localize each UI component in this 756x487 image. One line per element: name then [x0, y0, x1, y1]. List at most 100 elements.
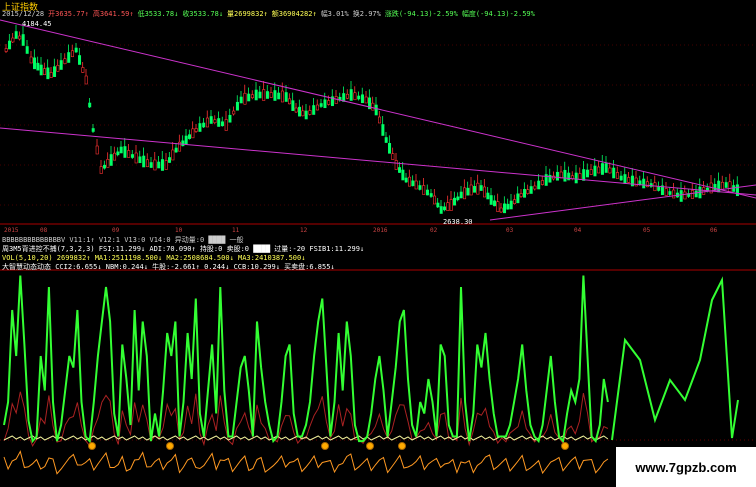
- candle-body: [277, 92, 281, 100]
- candle-body: [585, 169, 589, 178]
- candle-body: [81, 67, 85, 73]
- candle-body: [357, 95, 361, 100]
- candle-body: [690, 190, 694, 199]
- candle-body: [627, 177, 631, 183]
- candle-body: [164, 160, 168, 170]
- candle-body: [371, 102, 375, 111]
- candle-body: [597, 166, 601, 174]
- x-axis-label: 11: [232, 227, 240, 234]
- candle-body: [29, 56, 33, 64]
- candle-body: [184, 135, 188, 145]
- candle-body: [513, 199, 517, 204]
- candle-body: [679, 190, 683, 202]
- candle-body: [127, 150, 131, 158]
- candle-body: [113, 152, 117, 161]
- candle-body: [262, 89, 266, 101]
- candle-body: [463, 187, 467, 200]
- candle-body: [486, 192, 490, 200]
- candle-body: [188, 134, 192, 139]
- signal-marker: [321, 442, 329, 450]
- candle-body: [509, 200, 513, 210]
- candle-body: [217, 118, 221, 127]
- candle-body: [220, 121, 224, 127]
- candle-body: [116, 151, 120, 156]
- info-item: 低3533.78↓: [137, 10, 179, 18]
- candle-body: [496, 201, 500, 212]
- candle-body: [411, 180, 415, 187]
- candle-body: [312, 105, 316, 115]
- x-axis-label: 09: [112, 227, 120, 234]
- candle-body: [138, 156, 142, 164]
- x-axis-label: 03: [506, 227, 514, 234]
- watermark: www.7gpzb.com: [616, 447, 756, 487]
- candle-body: [284, 92, 288, 102]
- info-item: 量2699832↑: [227, 10, 268, 18]
- candle-body: [250, 94, 254, 99]
- x-axis-label: 06: [710, 227, 718, 234]
- candle-body: [119, 146, 123, 154]
- candle-body: [349, 89, 353, 101]
- x-axis-label: 04: [574, 227, 582, 234]
- candle-body: [401, 169, 405, 181]
- candle-body: [720, 181, 724, 190]
- candle-body: [446, 202, 450, 211]
- x-axis-label: 05: [643, 227, 651, 234]
- candle-body: [149, 162, 153, 168]
- candle-body: [247, 93, 251, 102]
- candle-body: [345, 93, 349, 99]
- candle-body: [21, 34, 25, 46]
- osc-green-line-tail: [611, 276, 739, 441]
- info-item: 收3533.78↓: [182, 10, 224, 18]
- candle-body: [298, 106, 302, 117]
- x-axis-label: 2016: [373, 227, 388, 234]
- candle-body: [4, 48, 8, 52]
- candle-body: [18, 35, 22, 40]
- candle-body: [103, 164, 107, 169]
- x-axis-label: 2015: [4, 227, 19, 234]
- low-price-label: 2638.30: [443, 218, 473, 226]
- candle-body: [702, 187, 706, 195]
- candle-body: [378, 116, 382, 124]
- candle-body: [384, 137, 388, 143]
- info-item: 幅3.01%: [320, 10, 349, 18]
- candle-body: [134, 152, 138, 164]
- candle-body: [645, 181, 649, 188]
- candle-body: [254, 89, 258, 101]
- indicator-row: 大智慧动态动态 CCI2:6.655↓ NBM:0.244↓ 牛股:-2.661…: [2, 263, 335, 271]
- candle-body: [280, 90, 284, 103]
- candle-body: [168, 157, 172, 163]
- candle-body: [106, 159, 110, 168]
- candle-body: [398, 167, 402, 173]
- info-item: 涨跌(-94.13)-2.59%: [384, 10, 458, 18]
- candle-body: [555, 171, 559, 181]
- candle-body: [174, 147, 178, 153]
- candle-body: [381, 124, 385, 136]
- candle-body: [11, 37, 15, 43]
- candle-body: [422, 185, 426, 195]
- candle-body: [209, 116, 213, 124]
- candle-body: [619, 175, 623, 181]
- candle-body: [25, 46, 29, 54]
- candle-body: [142, 155, 146, 168]
- candle-body: [408, 176, 412, 187]
- candle-body: [582, 169, 586, 181]
- candle-body: [194, 128, 198, 132]
- osc-orange-line: [3, 450, 609, 475]
- candle-body: [506, 203, 510, 210]
- candle-body: [232, 110, 236, 115]
- candle-body: [360, 94, 364, 104]
- candle-body: [160, 159, 164, 171]
- candle-body: [364, 96, 368, 104]
- x-axis-label: 10: [175, 227, 183, 234]
- candle-body: [473, 186, 477, 193]
- candle-body: [642, 178, 646, 189]
- candle-body: [533, 185, 537, 190]
- candle-body: [319, 103, 323, 107]
- osc-green-line: [3, 275, 609, 444]
- candle-body: [243, 92, 247, 105]
- candle-body: [489, 195, 493, 205]
- candle-body: [728, 181, 732, 193]
- info-item: 额36904282↑: [271, 10, 317, 18]
- info-item: 幅度(-94.13)-2.59%: [461, 10, 535, 18]
- candle-body: [67, 52, 71, 63]
